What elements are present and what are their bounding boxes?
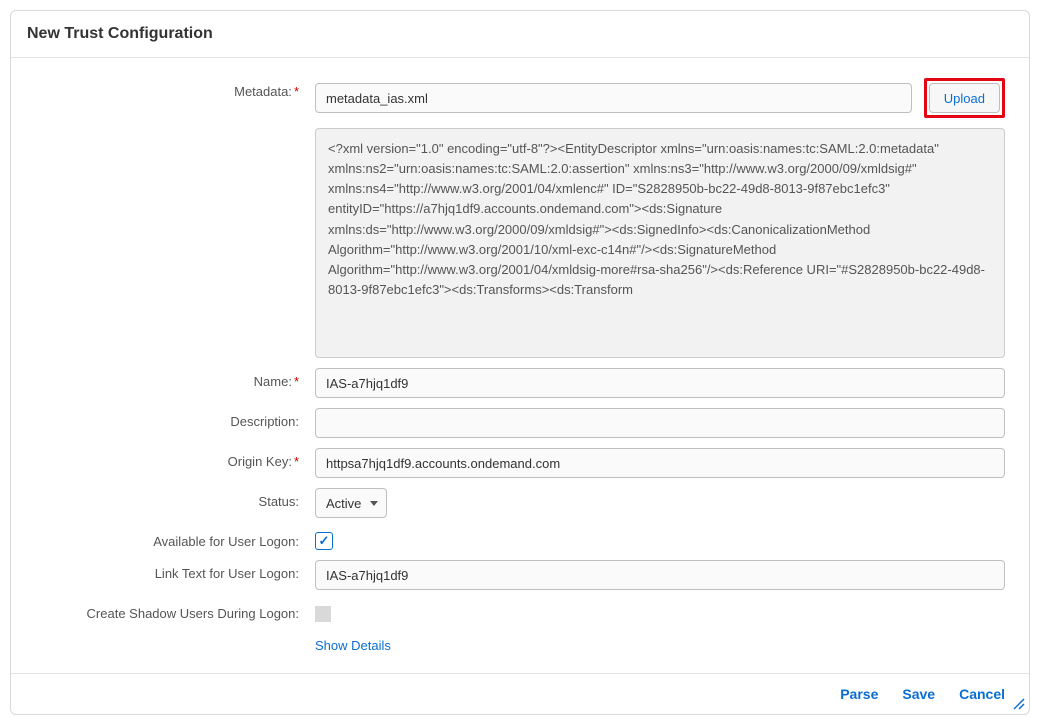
show-details-link[interactable]: Show Details <box>315 632 391 653</box>
control-name <box>315 368 1005 398</box>
label-metadata: Metadata:* <box>35 78 315 99</box>
control-available-logon <box>315 528 1005 550</box>
label-xml-blank <box>35 128 315 134</box>
parse-button[interactable]: Parse <box>840 686 878 702</box>
metadata-filename-input[interactable] <box>315 83 912 113</box>
required-marker: * <box>294 84 299 99</box>
name-input[interactable] <box>315 368 1005 398</box>
save-button[interactable]: Save <box>902 686 935 702</box>
control-show-details: Show Details <box>315 632 1005 653</box>
row-description: Description: <box>35 408 1005 438</box>
label-description: Description: <box>35 408 315 429</box>
resize-handle-icon[interactable] <box>1011 696 1025 710</box>
row-origin-key: Origin Key:* <box>35 448 1005 478</box>
row-shadow-users: Create Shadow Users During Logon: <box>35 600 1005 622</box>
row-link-text: Link Text for User Logon: <box>35 560 1005 590</box>
control-link-text <box>315 560 1005 590</box>
label-link-text: Link Text for User Logon: <box>35 560 315 581</box>
form-body: Metadata:* Upload <?xml version="1.0" en… <box>11 58 1029 673</box>
control-shadow-users <box>315 600 1005 622</box>
row-name: Name:* <box>35 368 1005 398</box>
link-text-input[interactable] <box>315 560 1005 590</box>
control-metadata: Upload <box>315 78 1005 118</box>
row-show-details: Show Details <box>35 632 1005 653</box>
control-description <box>315 408 1005 438</box>
row-status: Status: Active <box>35 488 1005 518</box>
label-origin-key: Origin Key:* <box>35 448 315 469</box>
status-select[interactable]: Active <box>315 488 387 518</box>
label-status: Status: <box>35 488 315 509</box>
label-name: Name:* <box>35 368 315 389</box>
control-xml: <?xml version="1.0" encoding="utf-8"?><E… <box>315 128 1005 358</box>
dialog-header: New Trust Configuration <box>11 11 1029 58</box>
upload-highlight: Upload <box>924 78 1005 118</box>
control-origin-key <box>315 448 1005 478</box>
control-status: Active <box>315 488 1005 518</box>
required-marker: * <box>294 374 299 389</box>
required-marker: * <box>294 454 299 469</box>
description-input[interactable] <box>315 408 1005 438</box>
row-xml: <?xml version="1.0" encoding="utf-8"?><E… <box>35 128 1005 358</box>
label-shadow-users: Create Shadow Users During Logon: <box>35 600 315 621</box>
origin-key-input[interactable] <box>315 448 1005 478</box>
dialog-footer: Parse Save Cancel <box>11 673 1029 714</box>
shadow-users-checkbox[interactable] <box>315 606 331 622</box>
dialog-container: New Trust Configuration Metadata:* Uploa… <box>10 10 1030 715</box>
available-logon-checkbox[interactable] <box>315 532 333 550</box>
row-available-logon: Available for User Logon: <box>35 528 1005 550</box>
cancel-button[interactable]: Cancel <box>959 686 1005 702</box>
label-available-logon: Available for User Logon: <box>35 528 315 549</box>
dialog-title: New Trust Configuration <box>27 25 1013 43</box>
label-show-details-blank <box>35 632 315 638</box>
upload-button[interactable]: Upload <box>929 83 1000 113</box>
status-select-wrap: Active <box>315 488 387 518</box>
metadata-xml-textarea[interactable]: <?xml version="1.0" encoding="utf-8"?><E… <box>315 128 1005 358</box>
row-metadata: Metadata:* Upload <box>35 78 1005 118</box>
